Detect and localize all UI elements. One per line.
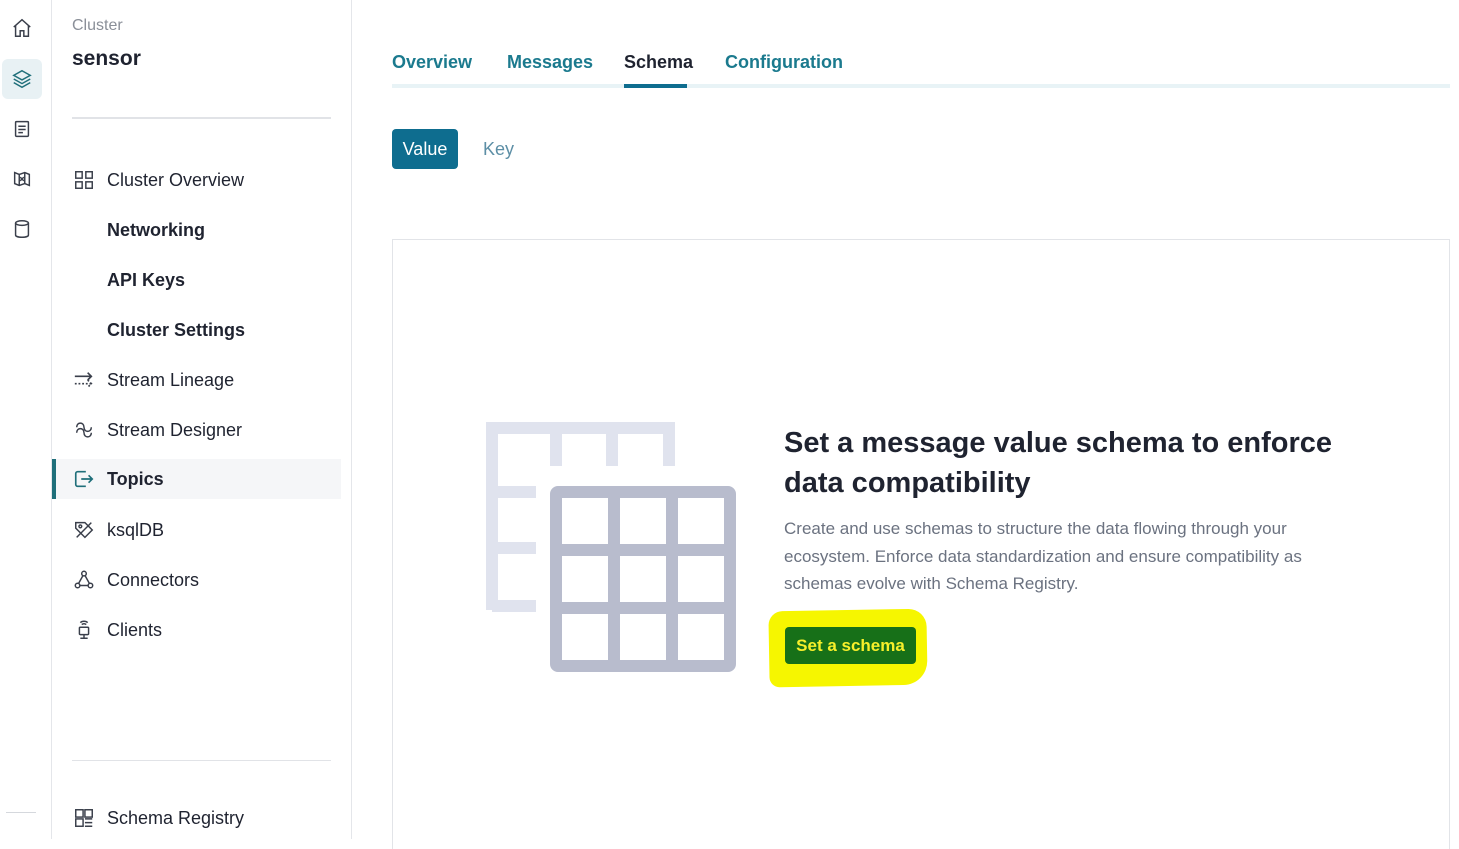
schema-registry-icon (73, 807, 95, 829)
empty-state-description: Create and use schemas to structure the … (784, 519, 1302, 593)
cluster-name: sensor (72, 47, 141, 70)
sidebar-item-label: Cluster Settings (107, 319, 246, 340)
clients-icon (73, 619, 95, 641)
sidebar-divider (72, 117, 331, 119)
stream-designer-icon (73, 419, 95, 441)
sidebar-item-clients[interactable]: Clients (52, 610, 341, 650)
set-schema-button[interactable]: Set a schema (785, 627, 916, 664)
tab-schema[interactable]: Schema (624, 52, 693, 73)
sidebar-item-api-keys[interactable]: API Keys (52, 260, 341, 300)
sidebar-item-topics[interactable]: Topics (52, 459, 341, 499)
topic-tabs: Overview Messages Schema Configuration (392, 40, 1450, 90)
sidebar-item-schema-registry[interactable]: Schema Registry (52, 798, 341, 838)
sidebar-item-cluster-overview[interactable]: Cluster Overview (52, 160, 341, 200)
tabs-baseline (392, 84, 1450, 88)
sidebar-item-label: Stream Designer (107, 419, 243, 440)
tab-configuration[interactable]: Configuration (725, 52, 843, 73)
rail-divider (6, 812, 36, 813)
layers-icon[interactable] (2, 59, 42, 99)
sidebar-item-label: Stream Lineage (107, 369, 235, 390)
sidebar-item-label: Clients (107, 619, 163, 640)
empty-state-title: Set a message value schema to enforce da… (784, 427, 1333, 499)
icon-rail (0, 0, 52, 839)
schema-value-toggle[interactable]: Value (392, 129, 458, 169)
grid-icon (73, 169, 95, 191)
active-tab-underline (624, 84, 687, 88)
sidebar-item-label: Schema Registry (107, 807, 245, 828)
sidebar: Cluster sensor Cluster Overview Networki… (52, 0, 352, 839)
sidebar-item-stream-lineage[interactable]: Stream Lineage (52, 360, 341, 400)
sidebar-item-ksqldb[interactable]: ksqlDB (52, 510, 341, 550)
schema-key-toggle[interactable]: Key (483, 139, 514, 160)
sidebar-item-networking[interactable]: Networking (52, 210, 341, 250)
map-icon[interactable] (2, 159, 42, 199)
breadcrumb[interactable]: Cluster (72, 17, 123, 35)
sidebar-item-label: Topics (107, 468, 164, 489)
sidebar-item-label: API Keys (107, 269, 186, 290)
sidebar-item-label: Networking (107, 219, 206, 240)
sidebar-item-label: Connectors (107, 569, 200, 590)
table-grid-illustration (486, 422, 736, 672)
lineage-arrows-icon (73, 369, 95, 391)
connectors-icon (73, 569, 95, 591)
sidebar-item-label: Cluster Overview (107, 169, 245, 190)
ksqldb-icon (73, 519, 95, 541)
document-icon[interactable] (2, 109, 42, 149)
active-indicator (52, 459, 56, 499)
sidebar-divider (72, 760, 331, 761)
tab-messages[interactable]: Messages (507, 52, 593, 73)
home-icon[interactable] (2, 8, 42, 48)
sidebar-item-connectors[interactable]: Connectors (52, 560, 341, 600)
sidebar-item-cluster-settings[interactable]: Cluster Settings (52, 310, 341, 350)
sidebar-item-label: ksqlDB (107, 519, 165, 540)
database-icon[interactable] (2, 209, 42, 249)
sidebar-item-stream-designer[interactable]: Stream Designer (52, 410, 341, 450)
topics-icon (73, 468, 95, 490)
tab-overview[interactable]: Overview (392, 52, 472, 73)
